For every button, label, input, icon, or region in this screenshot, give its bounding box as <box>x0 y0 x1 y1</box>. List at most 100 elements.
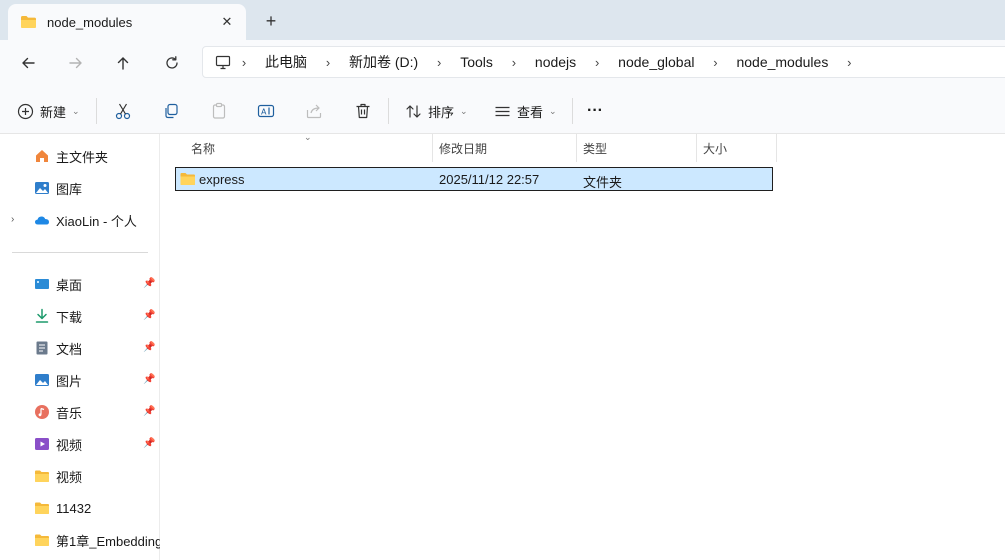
breadcrumb-node-modules[interactable]: node_modules <box>728 54 836 70</box>
chevron-right-icon[interactable]: › <box>702 55 728 70</box>
command-bar: 新建 ⌄ A 排序 ⌄ 查看 ⌄ ··· <box>0 86 1005 134</box>
sidebar-item-label: 桌面 <box>56 277 83 293</box>
close-icon[interactable]: ✕ <box>218 13 236 31</box>
up-arrow-icon[interactable] <box>110 50 136 76</box>
pin-icon[interactable]: 📌 <box>143 310 155 321</box>
music-icon <box>35 405 49 419</box>
view-button[interactable]: 查看 ⌄ <box>494 98 557 124</box>
table-row[interactable]: express 2025/11/12 22:57 文件夹 <box>175 167 773 191</box>
column-resize-handle[interactable] <box>432 134 433 162</box>
pin-icon[interactable]: 📌 <box>143 374 155 385</box>
sidebar-item-label: 视频 <box>56 437 83 453</box>
chevron-right-icon[interactable]: › <box>426 55 452 70</box>
address-bar[interactable]: › 此电脑 › 新加卷 (D:) › Tools › nodejs › node… <box>202 46 1005 78</box>
breadcrumb-this-pc[interactable]: 此电脑 <box>257 52 315 72</box>
sidebar-item-music[interactable]: 音乐 📌 <box>0 398 159 426</box>
breadcrumb-nodejs[interactable]: nodejs <box>527 54 584 70</box>
sidebar-item-pictures[interactable]: 图片 📌 <box>0 366 159 394</box>
breadcrumb-node-global[interactable]: node_global <box>610 54 702 70</box>
sidebar-item-label: 图库 <box>56 181 83 197</box>
tab-bar: node_modules ✕ + <box>0 0 1005 40</box>
delete-button[interactable] <box>354 98 372 124</box>
column-resize-handle[interactable] <box>776 134 777 162</box>
sidebar-item-desktop[interactable]: 桌面 📌 <box>0 270 159 298</box>
pin-icon[interactable]: 📌 <box>143 406 155 417</box>
tab-node-modules[interactable]: node_modules ✕ <box>8 4 246 40</box>
chevron-right-icon[interactable]: › <box>315 55 341 70</box>
sort-button[interactable]: 排序 ⌄ <box>405 98 468 124</box>
computer-icon[interactable] <box>215 55 231 70</box>
file-list: 名称 ⌄ 修改日期 类型 大小 express 2025/11/12 22:57… <box>160 132 1005 560</box>
file-name: express <box>199 172 245 187</box>
sidebar-item-home[interactable]: 主文件夹 <box>0 142 159 170</box>
share-button[interactable] <box>305 98 323 124</box>
sidebar-item-downloads[interactable]: 下载 📌 <box>0 302 159 330</box>
divider <box>572 98 573 124</box>
chevron-down-icon: ⌄ <box>72 105 80 116</box>
rename-icon: A <box>257 104 275 118</box>
sidebar-item-onedrive[interactable]: › XiaoLin - 个人 <box>0 206 159 234</box>
chevron-down-icon: ⌄ <box>549 105 557 116</box>
sidebar-item-gallery[interactable]: 图库 <box>0 174 159 202</box>
refresh-icon[interactable] <box>159 50 185 76</box>
folder-icon <box>180 173 195 185</box>
desktop-icon <box>35 279 49 289</box>
folder-icon <box>21 16 36 28</box>
folder-icon <box>35 534 49 546</box>
new-button-label: 新建 <box>40 104 67 120</box>
pin-icon[interactable]: 📌 <box>143 278 155 289</box>
column-header-label: 大小 <box>703 141 728 156</box>
home-icon <box>36 150 48 162</box>
column-resize-handle[interactable] <box>696 134 697 162</box>
sort-direction-icon: ⌄ <box>304 132 312 142</box>
video-icon <box>35 438 49 450</box>
sidebar-item-label: 视频 <box>56 469 83 485</box>
column-header-type[interactable]: 类型 <box>583 134 607 162</box>
breadcrumb-drive-d[interactable]: 新加卷 (D:) <box>341 52 426 72</box>
cut-button[interactable] <box>114 98 132 124</box>
chevron-right-icon[interactable]: › <box>836 55 862 70</box>
sidebar-item-folder[interactable]: 视频 <box>0 462 159 490</box>
sidebar-item-label: 第1章_Embedding <box>56 533 163 549</box>
svg-text:A: A <box>261 108 267 117</box>
paste-icon <box>212 102 226 119</box>
pin-icon[interactable]: 📌 <box>143 342 155 353</box>
chevron-right-icon[interactable]: › <box>11 214 14 225</box>
sidebar-item-label: XiaoLin - 个人 <box>56 213 137 229</box>
view-button-label: 查看 <box>517 104 544 120</box>
navigation-pane: 主文件夹 图库 › XiaoLin - 个人 桌面 📌 下载 📌 文档 📌 图片… <box>0 134 163 560</box>
divider <box>12 252 148 253</box>
chevron-right-icon[interactable]: › <box>231 55 257 70</box>
trash-icon <box>356 103 370 119</box>
sidebar-item-documents[interactable]: 文档 📌 <box>0 334 159 362</box>
sidebar-item-folder[interactable]: 11432 <box>0 494 159 522</box>
column-header-label: 类型 <box>583 141 608 156</box>
back-arrow-icon[interactable] <box>15 50 41 76</box>
sidebar-item-folder[interactable]: 第1章_Embedding <box>0 526 163 554</box>
chevron-right-icon[interactable]: › <box>584 55 610 70</box>
column-header-name[interactable]: 名称 <box>191 134 215 162</box>
paste-button[interactable] <box>210 98 228 124</box>
copy-button[interactable] <box>162 98 180 124</box>
column-resize-handle[interactable] <box>576 134 577 162</box>
pin-icon[interactable]: 📌 <box>143 438 155 449</box>
breadcrumb-tools[interactable]: Tools <box>452 54 501 70</box>
plus-circle-icon <box>17 103 34 119</box>
column-header-label: 修改日期 <box>439 141 488 156</box>
more-options-button[interactable]: ··· <box>587 98 603 124</box>
forward-arrow-icon[interactable] <box>63 50 89 76</box>
sidebar-item-label: 11432 <box>56 500 92 516</box>
column-header-label: 名称 <box>191 141 216 156</box>
new-button[interactable]: 新建 ⌄ <box>17 98 80 124</box>
column-header-modified[interactable]: 修改日期 <box>439 134 487 162</box>
chevron-right-icon[interactable]: › <box>501 55 527 70</box>
tab-title: node_modules <box>47 14 133 30</box>
sidebar-item-videos[interactable]: 视频 📌 <box>0 430 159 458</box>
new-tab-button[interactable]: + <box>261 11 281 31</box>
rename-button[interactable]: A <box>257 98 275 124</box>
column-header-size[interactable]: 大小 <box>703 134 727 162</box>
download-icon <box>35 308 49 323</box>
sort-button-label: 排序 <box>428 104 455 120</box>
sidebar-item-label: 图片 <box>56 373 83 389</box>
gallery-icon <box>35 182 49 194</box>
